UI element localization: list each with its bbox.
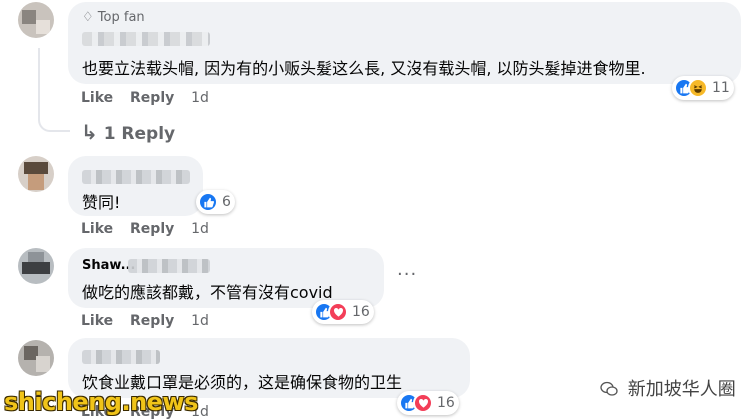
reaction-summary[interactable]: 6	[196, 190, 235, 214]
reply-arrow-icon: ↳	[81, 120, 98, 144]
site-watermark: shicheng.news	[4, 388, 198, 416]
comment-time[interactable]: 1d	[191, 221, 209, 237]
reply-button[interactable]: Reply	[130, 90, 174, 106]
reply-thread-line	[38, 48, 70, 132]
reaction-count: 16	[437, 395, 455, 411]
wechat-icon	[600, 381, 618, 396]
account-watermark: 新加坡华人圈	[600, 375, 736, 401]
comment-actions: Like Reply 1d	[81, 90, 221, 106]
reaction-summary[interactable]: 11	[672, 76, 734, 100]
like-button[interactable]: Like	[81, 221, 113, 237]
reaction-count: 16	[352, 304, 370, 320]
comment-bubble: ♢ Top fan 也要立法载头帽, 因为有的小贩头髮这么長, 又沒有载头帽, …	[68, 2, 741, 84]
top-fan-badge: ♢ Top fan	[82, 10, 145, 25]
comment-bubble: Shaw... 做吃的應該都戴，不管有沒有covid	[68, 248, 384, 308]
reaction-summary[interactable]: 16	[312, 300, 374, 324]
love-reaction-icon	[413, 393, 433, 413]
comment-text: 也要立法载头帽, 因为有的小贩头髮这么長, 又沒有载头帽, 以防头髮掉进食物里.	[82, 59, 646, 78]
commenter-avatar[interactable]	[18, 2, 54, 38]
comment-time[interactable]: 1d	[191, 313, 209, 329]
reaction-count: 6	[222, 194, 231, 210]
like-reaction-icon	[198, 192, 218, 212]
love-reaction-icon	[328, 302, 348, 322]
haha-reaction-icon	[688, 78, 708, 98]
top-fan-icon: ♢	[82, 10, 94, 25]
commenter-name[interactable]	[82, 170, 190, 184]
comment-actions: Like Reply 1d	[81, 221, 221, 237]
commenter-avatar[interactable]	[18, 340, 54, 376]
commenter-name[interactable]	[82, 32, 210, 46]
like-button[interactable]: Like	[81, 313, 113, 329]
commenter-name-blur	[128, 259, 210, 273]
commenter-avatar[interactable]	[18, 156, 54, 192]
view-replies-link[interactable]: ↳ 1 Reply	[81, 120, 175, 144]
reply-button[interactable]: Reply	[130, 221, 174, 237]
comment-text: 赞同!	[82, 193, 121, 212]
commenter-name[interactable]	[82, 350, 160, 364]
reaction-summary[interactable]: 16	[397, 391, 459, 415]
commenter-avatar[interactable]	[18, 248, 54, 284]
more-options-button[interactable]: ···	[397, 264, 417, 285]
comment-bubble: 赞同!	[68, 156, 203, 216]
reply-button[interactable]: Reply	[130, 313, 174, 329]
like-button[interactable]: Like	[81, 90, 113, 106]
comment-text: 做吃的應該都戴，不管有沒有covid	[82, 283, 333, 302]
comment-actions: Like Reply 1d	[81, 313, 221, 329]
comment-time[interactable]: 1d	[191, 90, 209, 106]
reaction-count: 11	[712, 80, 730, 96]
